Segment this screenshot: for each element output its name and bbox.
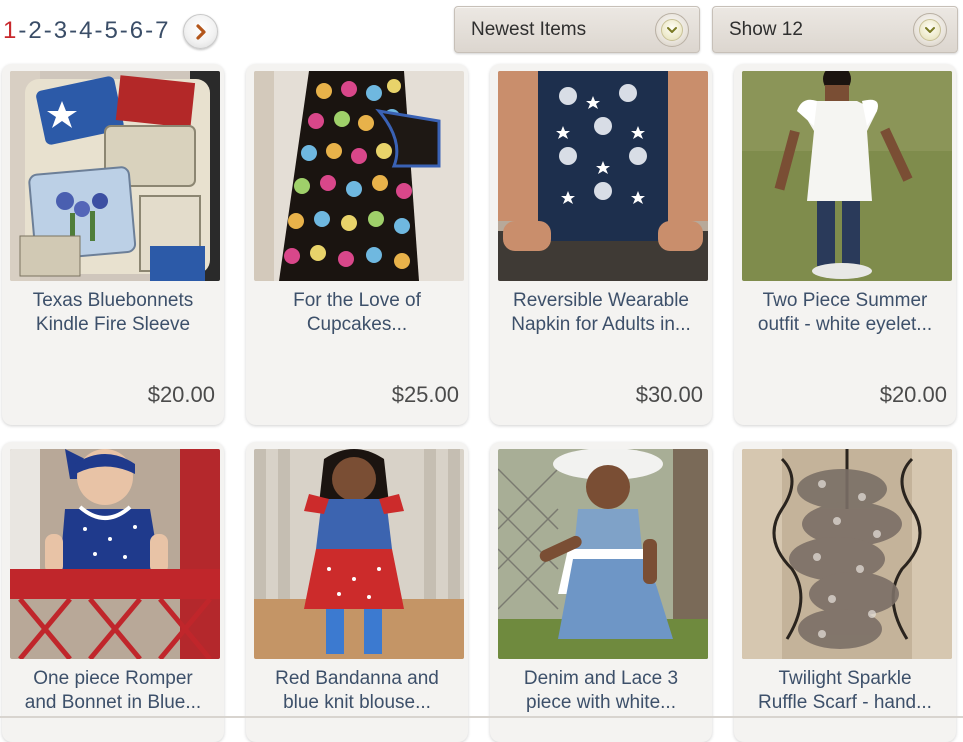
product-card[interactable]: Denim and Lace 3 piece with white...: [490, 442, 712, 742]
page-separator: -: [119, 17, 128, 44]
title-line: Texas Bluebonnets: [32, 290, 194, 311]
product-image[interactable]: [498, 71, 708, 281]
product-image[interactable]: [10, 449, 220, 659]
product-image[interactable]: [742, 71, 952, 281]
items-per-page-select[interactable]: Show 12: [712, 6, 958, 53]
title-line: One piece Romper: [33, 668, 193, 689]
sort-select[interactable]: Newest Items: [454, 6, 700, 53]
title-line: Kindle Fire Sleeve: [35, 314, 191, 335]
pagination: 1 - 2 - 3 - 4 - 5 - 6 - 7: [2, 14, 170, 48]
items-per-page-value: Show 12: [729, 18, 803, 40]
product-image[interactable]: [254, 449, 464, 659]
page-link-2[interactable]: 2: [27, 14, 42, 48]
product-image[interactable]: [10, 71, 220, 281]
product-card[interactable]: Red Bandanna and blue knit blouse...: [246, 442, 468, 742]
page-separator: -: [43, 17, 52, 44]
product-price: $20.00: [879, 382, 947, 407]
page-link-3[interactable]: 3: [53, 14, 68, 48]
divider: [0, 716, 963, 718]
page-separator: -: [145, 17, 154, 44]
product-title[interactable]: Reversible Wearable Napkin for Adults in…: [496, 289, 706, 337]
sort-select-value: Newest Items: [471, 18, 587, 40]
product-image[interactable]: [254, 71, 464, 281]
title-line: Twilight Sparkle: [778, 668, 912, 689]
title-line: piece with white...: [526, 692, 676, 713]
product-card[interactable]: For the Love of Cupcakes... $25.00: [246, 64, 468, 425]
chevron-right-icon: [195, 23, 206, 40]
product-title[interactable]: Twilight Sparkle Ruffle Scarf - hand...: [740, 667, 950, 715]
product-card[interactable]: Reversible Wearable Napkin for Adults in…: [490, 64, 712, 425]
page-separator: -: [18, 17, 27, 44]
product-image[interactable]: [742, 449, 952, 659]
title-line: Ruffle Scarf - hand...: [758, 692, 932, 713]
page-link-6[interactable]: 6: [129, 14, 144, 48]
page-link-7[interactable]: 7: [154, 14, 169, 48]
chevron-down-icon: [655, 12, 689, 47]
product-card[interactable]: Texas Bluebonnets Kindle Fire Sleeve $20…: [2, 64, 224, 425]
title-line: Two Piece Summer: [762, 290, 928, 311]
page-link-4[interactable]: 4: [78, 14, 93, 48]
product-image[interactable]: [498, 449, 708, 659]
title-line: blue knit blouse...: [283, 692, 431, 713]
next-page-button[interactable]: [183, 14, 218, 49]
title-line: outfit - white eyelet...: [757, 314, 933, 335]
title-line: Reversible Wearable: [512, 290, 689, 311]
title-line: and Bonnet in Blue...: [24, 692, 202, 713]
product-price: $20.00: [147, 382, 215, 407]
page-separator: -: [94, 17, 103, 44]
page-link-5[interactable]: 5: [103, 14, 118, 48]
product-price: $30.00: [635, 382, 703, 407]
title-line: Napkin for Adults in...: [511, 314, 691, 335]
title-line: For the Love of: [293, 290, 421, 311]
chevron-down-icon: [913, 12, 947, 47]
title-line: Red Bandanna and: [275, 668, 439, 689]
title-line: Cupcakes...: [306, 314, 408, 335]
product-title[interactable]: Denim and Lace 3 piece with white...: [496, 667, 706, 715]
page-link-1[interactable]: 1: [2, 14, 17, 48]
product-title[interactable]: For the Love of Cupcakes...: [252, 289, 462, 337]
page-separator: -: [69, 17, 78, 44]
product-title[interactable]: Texas Bluebonnets Kindle Fire Sleeve: [8, 289, 218, 337]
product-card[interactable]: Two Piece Summer outfit - white eyelet..…: [734, 64, 956, 425]
product-title[interactable]: Two Piece Summer outfit - white eyelet..…: [740, 289, 950, 337]
title-line: Denim and Lace 3: [523, 668, 679, 689]
product-title[interactable]: One piece Romper and Bonnet in Blue...: [8, 667, 218, 715]
product-price: $25.00: [391, 382, 459, 407]
product-title[interactable]: Red Bandanna and blue knit blouse...: [252, 667, 462, 715]
product-card[interactable]: One piece Romper and Bonnet in Blue...: [2, 442, 224, 742]
product-card[interactable]: Twilight Sparkle Ruffle Scarf - hand...: [734, 442, 956, 742]
